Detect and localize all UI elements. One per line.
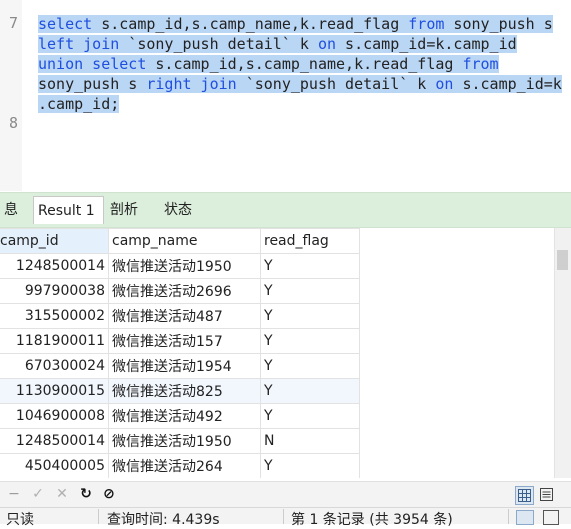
sql-keyword: on: [317, 35, 337, 53]
sql-keyword: left join: [38, 35, 120, 53]
sql-text: sony_push s: [444, 15, 553, 33]
cell-camp-name[interactable]: 微信推送活动1950: [108, 253, 261, 279]
cross-icon[interactable]: ✕: [54, 486, 70, 502]
cell-read-flag[interactable]: Y: [260, 303, 360, 329]
cell-camp-name[interactable]: 微信推送活动825: [108, 378, 261, 404]
column-header-camp-id[interactable]: camp_id: [0, 228, 109, 254]
tab-result-1[interactable]: Result 1: [33, 196, 104, 224]
table-row[interactable]: 315500002 微信推送活动487 Y: [0, 303, 360, 329]
sql-code[interactable]: select s.camp_id,s.camp_name,k.read_flag…: [38, 14, 562, 114]
form-view-icon[interactable]: [538, 486, 554, 502]
line-number: 7: [8, 14, 18, 32]
code-line[interactable]: .camp_id;: [38, 94, 562, 114]
grid-toolbar: − ✓ ✕ ↻ ⊘: [0, 481, 571, 508]
sql-text: .camp_id;: [38, 95, 120, 113]
sql-keyword: from: [462, 55, 499, 73]
cell-camp-name[interactable]: 微信推送活动157: [108, 328, 261, 354]
column-header-camp-name[interactable]: camp_name: [108, 228, 261, 254]
code-line[interactable]: sony_push s right join `sony_push detail…: [38, 74, 562, 94]
code-line[interactable]: union select s.camp_id,s.camp_name,k.rea…: [38, 54, 562, 74]
cell-camp-name[interactable]: 微信推送活动264: [108, 453, 261, 478]
minus-icon[interactable]: −: [6, 486, 22, 502]
sql-keyword: on: [435, 75, 454, 93]
cell-camp-id[interactable]: 997900038: [0, 278, 109, 304]
header-row: camp_id camp_name read_flag: [0, 228, 360, 254]
code-line[interactable]: select s.camp_id,s.camp_name,k.read_flag…: [38, 14, 562, 34]
cell-camp-name[interactable]: 微信推送活动1954: [108, 353, 261, 379]
cell-read-flag[interactable]: Y: [260, 403, 360, 429]
selected-text: select s.camp_id,s.camp_name,k.read_flag…: [38, 15, 553, 33]
cell-camp-id[interactable]: 1248500014: [0, 253, 109, 279]
table-row[interactable]: 997900038 微信推送活动2696 Y: [0, 278, 360, 304]
table-row[interactable]: 1248500014 微信推送活动1950 Y: [0, 253, 360, 279]
sql-text: s.camp_id,s.camp_name,k.read_flag: [146, 55, 463, 73]
sql-text: s.camp_id=k.camp_id: [336, 35, 517, 53]
cell-read-flag[interactable]: Y: [260, 453, 360, 478]
cell-read-flag[interactable]: N: [260, 428, 360, 454]
sql-text: s.camp_id=k: [453, 75, 562, 93]
vertical-scrollbar[interactable]: [554, 228, 571, 478]
cell-camp-id[interactable]: 1046900008: [0, 403, 109, 429]
result-table: camp_id camp_name read_flag 1248500014 微信…: [0, 228, 360, 478]
refresh-icon[interactable]: ↻: [78, 486, 94, 502]
status-divider: [283, 509, 284, 524]
tab-messages[interactable]: 息: [0, 196, 22, 224]
cell-camp-name[interactable]: 微信推送活动1950: [108, 428, 261, 454]
sql-keyword: right join: [146, 75, 237, 93]
status-bar: 只读 查询时间: 4.439s 第 1 条记录 (共 3954 条): [0, 507, 571, 528]
cell-read-flag[interactable]: Y: [260, 278, 360, 304]
cell-camp-id[interactable]: 670300024: [0, 353, 109, 379]
scrollbar-thumb[interactable]: [557, 250, 568, 270]
table-row[interactable]: 450400005 微信推送活动264 Y: [0, 453, 360, 478]
sql-keyword: select: [38, 15, 93, 33]
read-only-status: 只读: [6, 512, 34, 528]
tab-status[interactable]: 状态: [160, 196, 196, 224]
grid-view-icon[interactable]: [515, 486, 534, 505]
selected-text: left join `sony_push detail` k on s.camp…: [38, 35, 517, 53]
selected-text: .camp_id;: [38, 95, 120, 113]
cell-camp-id[interactable]: 315500002: [0, 303, 109, 329]
cell-read-flag[interactable]: Y: [260, 378, 360, 404]
cell-read-flag[interactable]: Y: [260, 253, 360, 279]
check-icon[interactable]: ✓: [30, 486, 46, 502]
cell-read-flag[interactable]: Y: [260, 328, 360, 354]
column-header-read-flag[interactable]: read_flag: [260, 228, 360, 254]
table-row[interactable]: 670300024 微信推送活动1954 Y: [0, 353, 360, 379]
tab-profile[interactable]: 剖析: [106, 196, 142, 224]
table-row[interactable]: 1248500014 微信推送活动1950 N: [0, 428, 360, 454]
status-divider: [508, 509, 509, 524]
sql-editor[interactable]: 7 8 select s.camp_id,s.camp_name,k.read_…: [0, 0, 571, 191]
result-tab-bar: 息 Result 1 剖析 状态: [0, 192, 571, 228]
cell-read-flag[interactable]: Y: [260, 353, 360, 379]
selected-text: sony_push s right join `sony_push detail…: [38, 75, 562, 93]
record-count-status: 第 1 条记录 (共 3954 条): [291, 512, 453, 528]
cell-camp-name[interactable]: 微信推送活动487: [108, 303, 261, 329]
sql-text: `sony_push detail` k: [119, 35, 318, 53]
stop-icon[interactable]: ⊘: [101, 486, 117, 502]
table-row[interactable]: 1130900015 微信推送活动825 Y: [0, 378, 360, 404]
code-line[interactable]: left join `sony_push detail` k on s.camp…: [38, 34, 562, 54]
cell-camp-id[interactable]: 1130900015: [0, 378, 109, 404]
cell-camp-id[interactable]: 450400005: [0, 453, 109, 478]
query-time-status: 查询时间: 4.439s: [107, 512, 220, 528]
selected-text: union select s.camp_id,s.camp_name,k.rea…: [38, 55, 499, 73]
result-grid[interactable]: camp_id camp_name read_flag 1248500014 微信…: [0, 228, 571, 478]
status-divider: [98, 509, 99, 524]
cell-camp-id[interactable]: 1248500014: [0, 428, 109, 454]
cell-camp-name[interactable]: 微信推送活动2696: [108, 278, 261, 304]
line-number-gutter: 7 8: [0, 0, 22, 191]
cell-camp-id[interactable]: 1181900011: [0, 328, 109, 354]
line-number: 8: [8, 114, 18, 132]
table-row[interactable]: 1046900008 微信推送活动492 Y: [0, 403, 360, 429]
cell-camp-name[interactable]: 微信推送活动492: [108, 403, 261, 429]
table-row[interactable]: 1181900011 微信推送活动157 Y: [0, 328, 360, 354]
sql-keyword: union select: [38, 55, 147, 73]
sql-text: `sony_push detail` k: [236, 75, 436, 93]
sql-text: sony_push s: [38, 75, 147, 93]
sql-text: s.camp_id,s.camp_name,k.read_flag: [92, 15, 409, 33]
sql-keyword: from: [408, 15, 445, 33]
